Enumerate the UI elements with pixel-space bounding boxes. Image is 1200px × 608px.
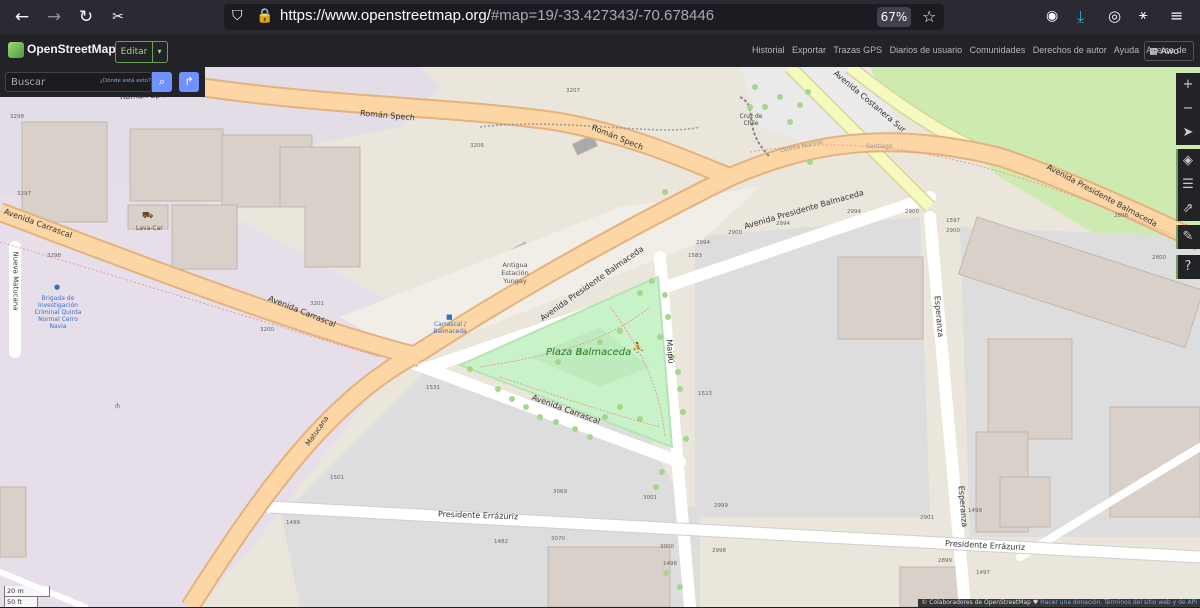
housenumber: 3207 <box>566 88 580 94</box>
terms-link[interactable]: Términos del sitio web y de API <box>1104 599 1197 606</box>
housenumber: 2994 <box>776 221 790 227</box>
address-bar[interactable]: ⛉ 🔒 https://www.openstreetmap.org/#map=1… <box>224 4 944 30</box>
avatar: ▦ <box>1149 47 1161 57</box>
forward-button[interactable]: → <box>42 5 66 29</box>
housenumber: 1583 <box>688 253 702 259</box>
screenshot-tool-icon[interactable]: ✂ <box>106 5 130 29</box>
nav-copyright[interactable]: Derechos de autor <box>1033 45 1107 55</box>
housenumber: 3070 <box>551 536 565 542</box>
poi-cruz-de-chile[interactable]: Cruz de Chile <box>736 113 766 127</box>
edit-dropdown-chevron-icon[interactable]: ▾ <box>152 41 168 63</box>
zoom-in-button[interactable]: + <box>1176 73 1200 97</box>
layers-icon[interactable]: ◈ <box>1176 149 1200 173</box>
housenumber: 1482 <box>494 539 508 545</box>
nav-export[interactable]: Exportar <box>792 45 826 55</box>
housenumber: 1501 <box>330 475 344 481</box>
note-icon[interactable]: ✎ <box>1176 225 1200 249</box>
housenumber: 3001 <box>643 495 657 501</box>
scale-imperial: 50 ft <box>4 596 38 607</box>
search-panel: Buscar ¿Dónde está esto? ⌕ ↱ <box>0 67 205 97</box>
housenumber: 1497 <box>976 570 990 576</box>
housenumber: 2994 <box>696 240 710 246</box>
nav-help[interactable]: Ayuda <box>1114 45 1139 55</box>
poi-brigada[interactable]: Brigada de Investigación Criminal Quinta… <box>30 295 86 330</box>
bus-stop-icon[interactable]: ■ <box>446 313 453 321</box>
shield-icon[interactable]: ⛉ <box>232 8 243 24</box>
housenumber: 3200 <box>260 327 274 333</box>
poi-antigua-estacion-yungay[interactable]: Antigua Estación Yungay <box>498 261 532 285</box>
housenumber: 3298 <box>47 253 61 259</box>
housenumber: 2900 <box>728 230 742 236</box>
housenumber: 3069 <box>553 489 567 495</box>
user-menu[interactable]: ▦ Awo <box>1144 41 1194 61</box>
locate-icon[interactable]: ➤ <box>1176 121 1200 145</box>
housenumber: 2998 <box>712 548 726 554</box>
url-text: https://www.openstreetmap.org/#map=19/-3… <box>280 7 715 24</box>
downloads-icon[interactable]: ⤓ <box>1077 7 1084 27</box>
edit-button[interactable]: Editar <box>115 41 153 63</box>
poi-plaza-balmaceda[interactable]: Plaza Balmaceda <box>546 347 631 358</box>
housenumber: 1499 <box>286 520 300 526</box>
osm-logo-icon[interactable] <box>8 42 24 58</box>
housenumber: 2800 <box>1152 255 1166 261</box>
housenumber: 2901 <box>920 515 934 521</box>
user-name: Awo <box>1160 47 1180 57</box>
legend-icon[interactable]: ☰ <box>1176 173 1200 197</box>
lock-icon[interactable]: 🔒 <box>256 8 273 24</box>
extensions-icon[interactable]: ⚹ <box>1139 7 1147 23</box>
housenumber: 3000 <box>660 544 674 550</box>
housenumber: 3297 <box>17 191 31 197</box>
site-title[interactable]: OpenStreetMap <box>27 42 116 56</box>
housenumber: 2899 <box>938 558 952 564</box>
zoom-out-button[interactable]: − <box>1176 97 1200 121</box>
back-button[interactable]: ← <box>10 5 34 29</box>
housenumber: 1523 <box>698 391 712 397</box>
where-is-this-link[interactable]: ¿Dónde está esto? <box>100 78 151 84</box>
poi-lava-car[interactable]: Lava-Car <box>136 225 163 232</box>
car-wash-icon[interactable]: ⛟ <box>142 211 153 222</box>
attribution: © Colaboradores de OpenStreetMap ♥ Hacer… <box>918 599 1200 607</box>
housenumber: 3201 <box>310 301 324 307</box>
housenumber: 1498 <box>663 561 677 567</box>
query-features-icon[interactable]: ? <box>1176 255 1200 279</box>
housenumber: 3298 <box>10 114 24 120</box>
housenumber: 2900 <box>905 209 919 215</box>
poi-carrascal-stop[interactable]: Carrascal / Balmaceda <box>428 321 472 335</box>
map-canvas[interactable]: Román Spech Román Spech Román Spech Aven… <box>0 67 1200 607</box>
directions-icon[interactable]: ↱ <box>179 72 199 92</box>
search-submit-icon[interactable]: ⌕ <box>152 72 172 92</box>
street-label-nueva-matucana: Nueva Matucana <box>11 251 20 311</box>
housenumber: 2900 <box>946 228 960 234</box>
zoom-level-badge[interactable]: 67% <box>877 7 911 27</box>
bookmark-star-icon[interactable]: ☆ <box>922 7 936 26</box>
antenna-icon: ⫛ <box>115 401 120 410</box>
police-icon[interactable]: ● <box>54 283 60 291</box>
pocket-icon[interactable]: ◉ <box>1046 8 1058 24</box>
housenumber: 2999 <box>714 503 728 509</box>
donate-link[interactable]: Hacer una donación. <box>1040 599 1102 606</box>
nav-communities[interactable]: Comunidades <box>970 45 1026 55</box>
nav-history[interactable]: Historial <box>752 45 785 55</box>
account-icon[interactable]: ◎ <box>1108 7 1121 25</box>
reload-button[interactable]: ↻ <box>74 5 98 29</box>
housenumber: 2994 <box>847 209 861 215</box>
playground-icon[interactable]: ⛹ <box>632 343 644 354</box>
housenumber: 1499 <box>968 508 982 514</box>
map-tiles <box>0 67 1200 607</box>
attribution-text[interactable]: © Colaboradores de OpenStreetMap ♥ <box>921 599 1038 606</box>
browser-toolbar: ← → ↻ ✂ ⛉ 🔒 https://www.openstreetmap.or… <box>0 0 1200 34</box>
header-nav: Historial Exportar Trazas GPS Diarios de… <box>752 45 1192 55</box>
housenumber: 1597 <box>946 218 960 224</box>
nav-gps-traces[interactable]: Trazas GPS <box>833 45 882 55</box>
osm-header: OpenStreetMap Editar ▾ Historial Exporta… <box>0 34 1200 67</box>
housenumber: 2898 <box>1114 213 1128 219</box>
menu-icon[interactable]: ≡ <box>1170 6 1183 25</box>
housenumber: 3206 <box>470 143 484 149</box>
share-icon[interactable]: ⇗ <box>1176 197 1200 221</box>
housenumber: 1531 <box>426 385 440 391</box>
rail-label-santiago: Santiago <box>866 143 893 150</box>
nav-user-diaries[interactable]: Diarios de usuario <box>890 45 963 55</box>
